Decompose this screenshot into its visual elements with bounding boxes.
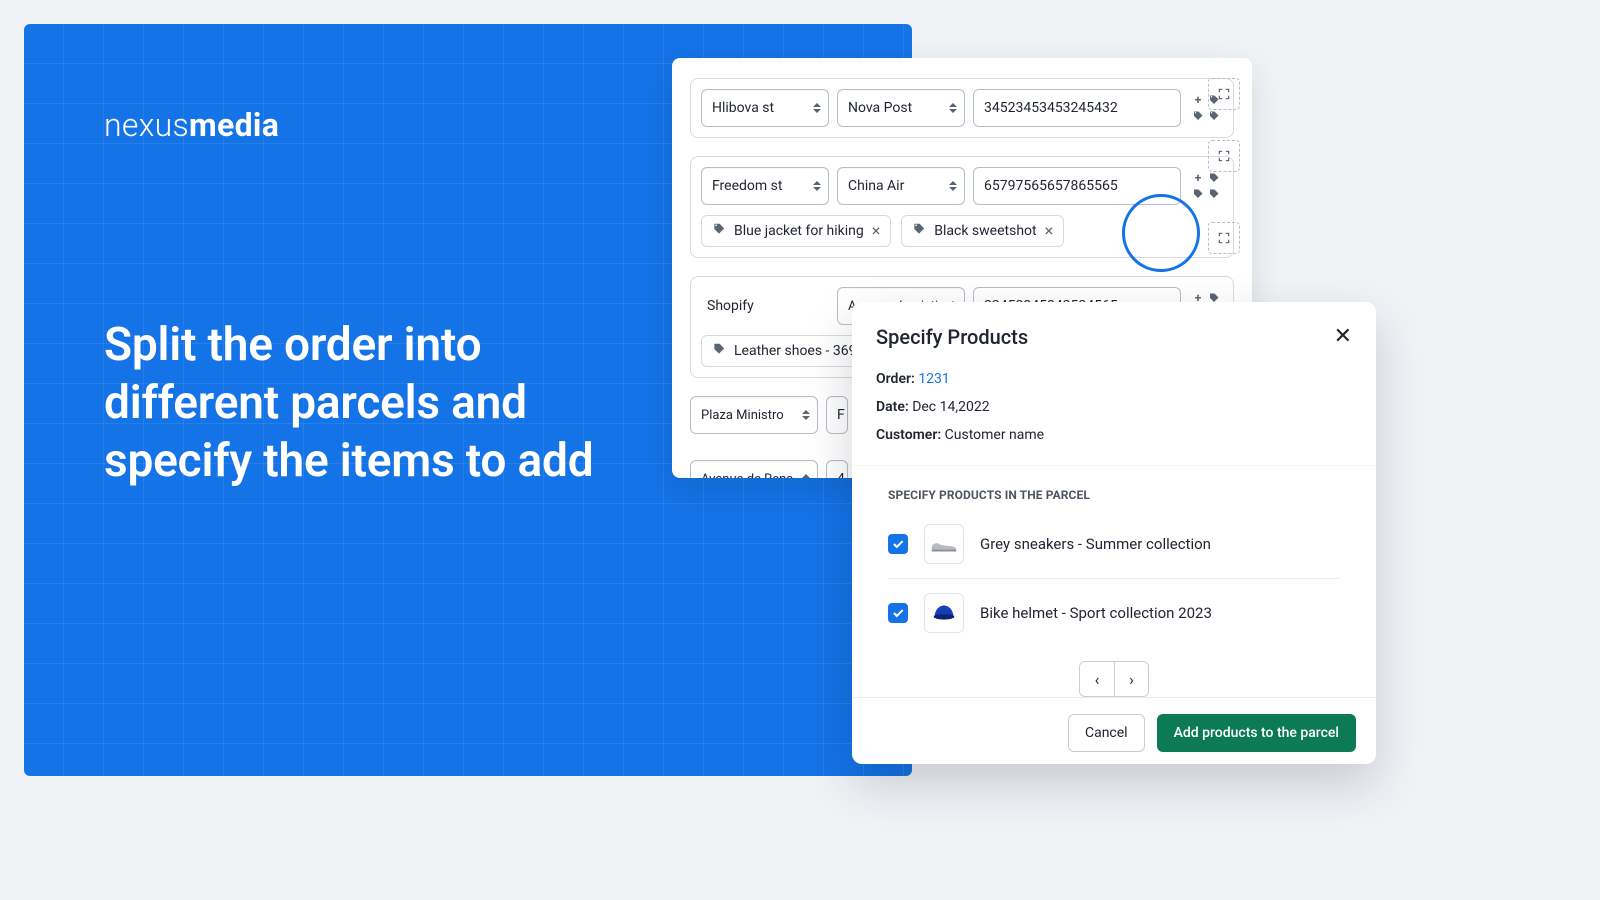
address-select[interactable]: Hlibova st [701,89,829,127]
chevron-updown-icon [812,103,822,113]
source-label: Shopify [701,287,829,325]
product-list: Grey sneakers - Summer collection Bike h… [852,510,1376,647]
parcel-option-button[interactable] [1208,140,1240,172]
order-link[interactable]: 1231 [918,371,949,387]
section-label: SPECIFY PRODUCTS IN THE PARCEL [852,466,1376,510]
product-tag: Black sweetshot × [901,215,1064,247]
tag-label: Leather shoes - 3696 [734,343,864,359]
checkbox-checked[interactable] [888,603,908,623]
modal-title: Specify Products [876,325,1028,349]
parcel-block: Freedom st China Air 65797565657865565 +… [690,156,1234,258]
modal-meta: Order: 1231 Date: Dec 14,2022 Customer: … [852,359,1376,466]
parcel-option-button[interactable] [1208,222,1240,254]
product-tag: Blue jacket for hiking × [701,215,891,247]
helmet-icon [929,598,959,628]
tracking-input[interactable]: 34523453453245432 [973,89,1181,127]
product-row: Bike helmet - Sport collection 2023 [888,579,1340,647]
product-thumbnail [924,593,964,633]
close-icon[interactable]: ✕ [1334,324,1352,349]
parcel-option-button[interactable] [1208,78,1240,110]
parcel-block: Plaza Ministro F [690,396,860,434]
plus-icon: + [1192,94,1204,106]
tag-icon [1192,188,1204,200]
remove-tag-icon[interactable]: × [872,223,881,239]
add-products-button[interactable]: Add products to the parcel [1157,714,1356,752]
tag-label: Black sweetshot [934,223,1036,239]
expand-icon [1217,149,1231,163]
chevron-updown-icon [812,181,822,191]
row-actions-icon[interactable]: + [1189,172,1223,200]
tag-icon [1208,110,1220,122]
parcel-block: Hlibova st Nova Post 34523453453245432 + [690,78,1234,138]
chevron-updown-icon [801,474,811,478]
pager-next-button[interactable]: › [1114,662,1148,696]
tracking-input[interactable]: 65797565657865565 [973,167,1181,205]
chevron-updown-icon [948,181,958,191]
cancel-button[interactable]: Cancel [1068,714,1145,752]
product-thumbnail [924,524,964,564]
tag-icon [712,342,726,360]
stage: nexusmedia Split the order into differen… [0,0,1600,900]
customer-label: Customer: [876,427,941,443]
customer-value: Customer name [945,427,1044,443]
carrier-select[interactable]: China Air [837,167,965,205]
hero-headline: Split the order into different parcels a… [104,316,624,490]
plus-icon: + [1192,172,1204,184]
tag-icon [1208,188,1220,200]
tag-icon [912,222,926,240]
tag-label: Blue jacket for hiking [734,223,864,239]
product-name: Grey sneakers - Summer collection [980,535,1211,553]
parcel-block: Avenue de Rena.. 4 [690,460,860,478]
carrier-select[interactable]: 4 [826,460,848,478]
date-value: Dec 14,2022 [912,399,989,415]
chevron-updown-icon [801,410,811,420]
expand-icon [1217,231,1231,245]
remove-tag-icon[interactable]: × [1045,223,1054,239]
pager: ‹ › [852,647,1376,697]
address-select[interactable]: Plaza Ministro [690,396,818,434]
specify-products-modal: Specify Products ✕ Order: 1231 Date: Dec… [852,302,1376,764]
checkbox-checked[interactable] [888,534,908,554]
brand-logo: nexusmedia [104,106,279,144]
brand-light: nexus [104,106,189,144]
address-select[interactable]: Freedom st [701,167,829,205]
address-select[interactable]: Avenue de Rena.. [690,460,818,478]
tag-icon [1192,110,1204,122]
expand-icon [1217,87,1231,101]
sneaker-icon [929,529,959,559]
carrier-select[interactable]: F [826,396,848,434]
tag-icon [1208,172,1220,184]
product-name: Bike helmet - Sport collection 2023 [980,604,1212,622]
date-label: Date: [876,399,909,415]
carrier-select[interactable]: Nova Post [837,89,965,127]
brand-bold: media [189,106,279,144]
product-row: Grey sneakers - Summer collection [888,510,1340,579]
pager-prev-button[interactable]: ‹ [1080,662,1114,696]
chevron-updown-icon [948,103,958,113]
order-label: Order: [876,371,915,387]
tag-icon [712,222,726,240]
